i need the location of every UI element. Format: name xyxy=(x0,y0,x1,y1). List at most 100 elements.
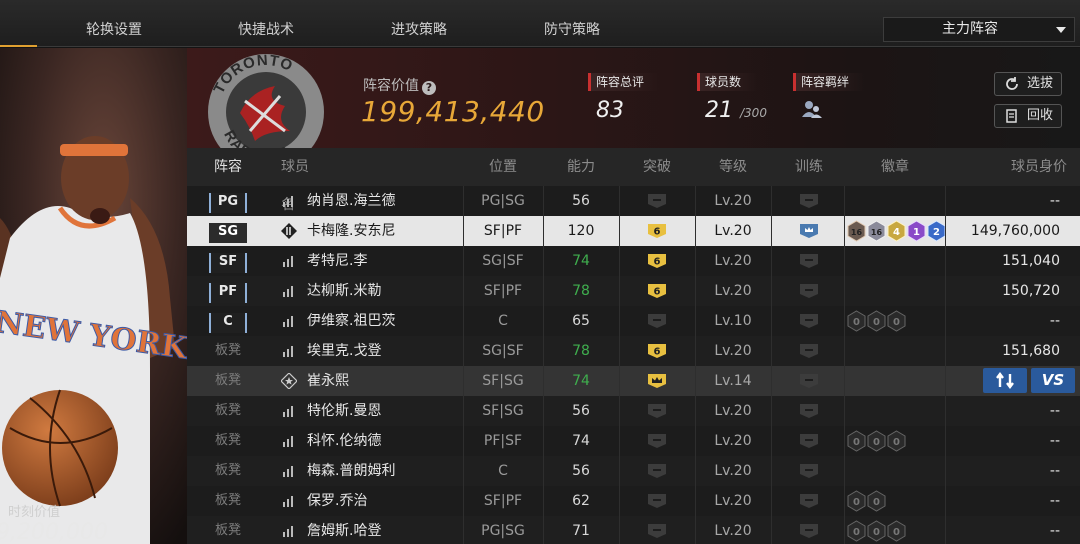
player-ability: 78 xyxy=(572,283,590,299)
table-row[interactable]: SG 卡梅隆.安东尼 SF|PF 120 6 Lv.20 16 16 4 1 2 149,760,00… xyxy=(187,216,1080,246)
recycle-button-label: 回收 xyxy=(1027,108,1054,123)
column-divider xyxy=(945,186,946,544)
badge-hex-icon: 4 xyxy=(887,220,906,242)
slot-bench: 板凳 xyxy=(214,523,241,538)
player-name[interactable]: 梅森.普朗姆利 xyxy=(307,456,395,486)
signal-bars-icon xyxy=(283,256,293,267)
player-ability: 74 xyxy=(572,433,590,449)
player-ability: 78 xyxy=(572,343,590,359)
col-badges[interactable]: 徽章 xyxy=(847,148,943,186)
player-position: SF|SG xyxy=(482,373,524,389)
table-row[interactable]: SF 考特尼.李 SG|SF 74 6 Lv.20 151,040 xyxy=(187,246,1080,276)
slot-position[interactable]: PF xyxy=(187,276,269,306)
player-name[interactable]: 达柳斯.米勒 xyxy=(307,276,381,306)
table-row[interactable]: 板凳 科怀.伦纳德 PF|SF 74 Lv.20 0 0 0 -- xyxy=(187,426,1080,456)
slot-position[interactable]: SF xyxy=(187,246,269,276)
player-level: Lv.20 xyxy=(714,493,752,509)
signal-bars-icon xyxy=(283,196,293,207)
training-icon[interactable] xyxy=(771,426,847,456)
badge-count: 0 xyxy=(893,527,900,538)
scout-button[interactable]: 选拔 xyxy=(994,72,1062,96)
signal-bars-icon xyxy=(283,466,293,477)
lineup-dropdown[interactable]: 主力阵容 xyxy=(883,17,1075,42)
table-row[interactable]: 板凳 保罗.乔治 SF|PF 62 Lv.20 0 0 -- xyxy=(187,486,1080,516)
col-slot[interactable]: 阵容 xyxy=(187,148,269,186)
table-row[interactable]: 板凳 詹姆斯.哈登 PG|SG 71 Lv.20 0 0 0 -- xyxy=(187,516,1080,544)
column-divider xyxy=(543,186,544,544)
badge-hex-icon: 0 xyxy=(867,490,886,512)
table-row[interactable]: 板凳 埃里克.戈登 SG|SF 78 6 Lv.20 151,680 xyxy=(187,336,1080,366)
rating-stat: 阵容总评 83 xyxy=(588,73,658,123)
slot-bench: 板凳 xyxy=(214,343,241,358)
refresh-icon xyxy=(1006,77,1018,90)
table-row[interactable]: C 伊维察.祖巴茨 C 65 Lv.10 0 0 0 -- xyxy=(187,306,1080,336)
swap-button[interactable] xyxy=(983,368,1027,393)
player-price: 151,680 xyxy=(1002,343,1060,359)
breakthrough-icon xyxy=(619,456,695,486)
table-row[interactable]: 板凳 梅森.普朗姆利 C 56 Lv.20 -- xyxy=(187,456,1080,486)
training-icon[interactable] xyxy=(771,336,847,366)
tab-defense[interactable]: 防守策略 xyxy=(518,0,626,47)
top-tab-bar: 轮换设置 快捷战术 进攻策略 防守策略 主力阵容 xyxy=(0,0,1080,47)
help-icon[interactable]: ? xyxy=(422,81,436,95)
table-row[interactable]: 板凳 崔永熙 SF|SG 74 Lv.14 VS xyxy=(187,366,1080,396)
tab-offense[interactable]: 进攻策略 xyxy=(365,0,473,47)
training-icon[interactable] xyxy=(771,366,847,396)
col-training[interactable]: 训练 xyxy=(771,148,847,186)
player-level: Lv.10 xyxy=(714,313,752,329)
col-level[interactable]: 等级 xyxy=(695,148,771,186)
column-divider xyxy=(619,186,620,544)
slot-badge: PF xyxy=(209,283,247,303)
badge-hex-icon: 0 xyxy=(847,490,866,512)
player-position: C xyxy=(498,463,508,479)
training-icon[interactable] xyxy=(771,516,847,544)
player-position: PG|SG xyxy=(481,193,525,209)
col-price[interactable]: 球员身价 xyxy=(987,148,1067,186)
training-icon[interactable] xyxy=(771,396,847,426)
player-ability: 65 xyxy=(572,313,590,329)
col-breakthrough[interactable]: 突破 xyxy=(619,148,695,186)
chevron-down-icon xyxy=(1056,27,1066,33)
player-position: SG|SF xyxy=(482,253,524,269)
col-ability[interactable]: 能力 xyxy=(543,148,619,186)
compare-button[interactable]: VS xyxy=(1031,368,1075,393)
svg-text:6: 6 xyxy=(654,347,661,358)
recycle-button[interactable]: 回收 xyxy=(994,104,1062,128)
player-name[interactable]: 崔永熙 xyxy=(307,366,349,396)
bond-icon[interactable] xyxy=(801,99,823,119)
training-icon[interactable] xyxy=(771,246,847,276)
player-card[interactable]: NEW YORK 时刻价值 9,200,000 xyxy=(0,48,187,544)
player-name[interactable]: 考特尼.李 xyxy=(307,246,367,276)
training-icon[interactable] xyxy=(771,216,847,246)
training-icon[interactable] xyxy=(771,486,847,516)
tab-rotation[interactable]: 轮换设置 xyxy=(60,0,168,47)
col-position[interactable]: 位置 xyxy=(463,148,543,186)
slot-position[interactable]: C xyxy=(187,306,269,336)
tab-quick-tactics[interactable]: 快捷战术 xyxy=(212,0,320,47)
player-level: Lv.14 xyxy=(714,373,752,389)
roster-table: 阵容 球员名 位置 能力 突破 等级 训练 徽章 球员身价 PG 纳肖恩.海兰德 P… xyxy=(187,148,1080,544)
training-icon[interactable] xyxy=(771,276,847,306)
training-icon[interactable] xyxy=(771,186,847,216)
player-name[interactable]: 伊维察.祖巴茨 xyxy=(307,306,395,336)
table-row[interactable]: 板凳 特伦斯.曼恩 SF|SG 56 Lv.20 -- xyxy=(187,396,1080,426)
player-position: SF|SG xyxy=(482,403,524,419)
player-name[interactable]: 特伦斯.曼恩 xyxy=(307,396,381,426)
player-name[interactable]: 纳肖恩.海兰德 xyxy=(307,186,395,216)
table-row[interactable]: PF 达柳斯.米勒 SF|PF 78 6 Lv.20 150,720 xyxy=(187,276,1080,306)
player-name[interactable]: 保罗.乔治 xyxy=(307,486,367,516)
col-name[interactable]: 球员名 xyxy=(281,148,321,213)
slot-position[interactable]: SG xyxy=(187,216,269,246)
player-name[interactable]: 科怀.伦纳德 xyxy=(307,426,381,456)
badge-hex-icon: 0 xyxy=(867,430,886,452)
table-row[interactable]: PG 纳肖恩.海兰德 PG|SG 56 Lv.20 -- xyxy=(187,186,1080,216)
training-icon[interactable] xyxy=(771,306,847,336)
column-divider xyxy=(695,186,696,544)
training-icon[interactable] xyxy=(771,456,847,486)
player-position: SF|PF xyxy=(483,493,523,509)
breakthrough-icon: 6 xyxy=(619,216,695,246)
player-name[interactable]: 卡梅隆.安东尼 xyxy=(307,216,395,246)
player-name[interactable]: 埃里克.戈登 xyxy=(307,336,381,366)
slot-position[interactable]: PG xyxy=(187,186,269,216)
player-name[interactable]: 詹姆斯.哈登 xyxy=(307,516,381,544)
